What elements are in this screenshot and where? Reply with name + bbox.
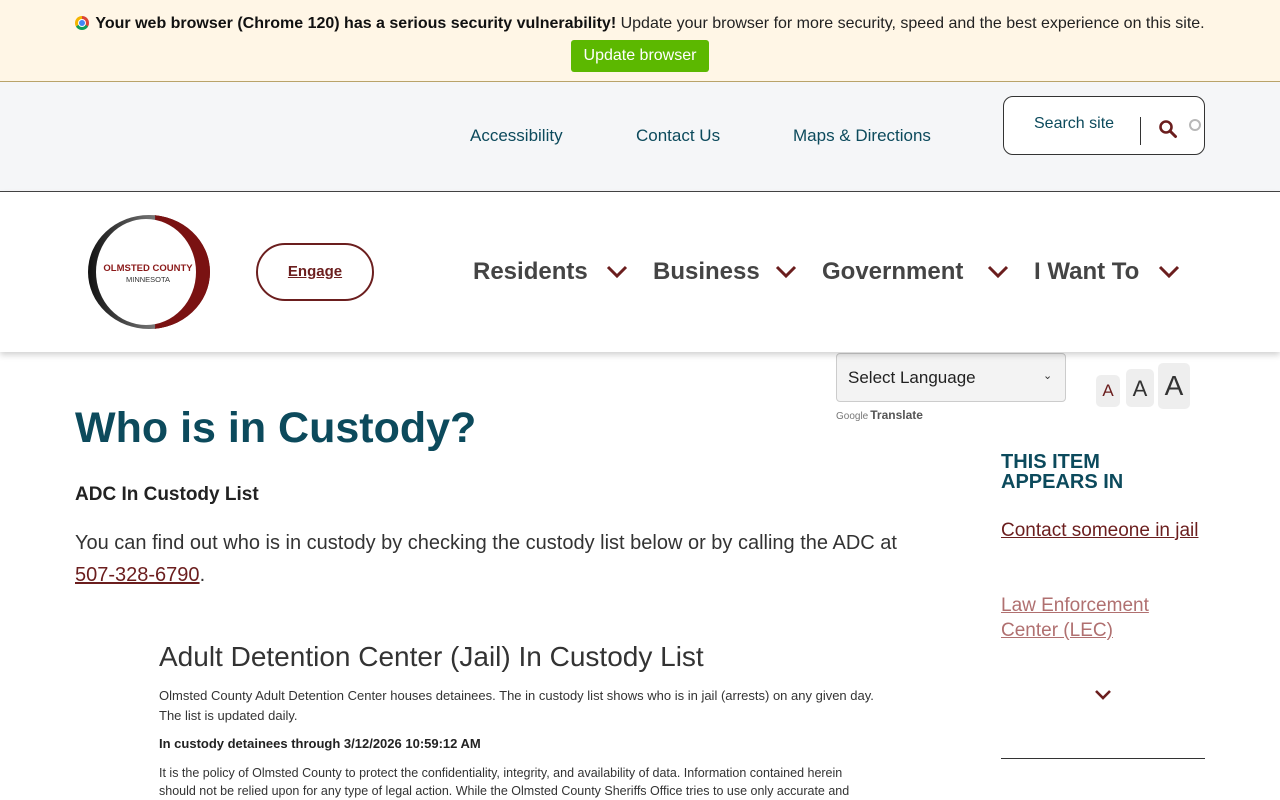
section-subheading: ADC In Custody List [75, 484, 259, 505]
font-size-medium-button[interactable]: A [1126, 369, 1154, 407]
data-policy-text: It is the policy of Olmsted County to pr… [159, 766, 850, 798]
chevron-down-icon[interactable] [605, 262, 629, 282]
nav-i-want-to[interactable]: I Want To [1034, 258, 1139, 286]
accessibility-link[interactable]: Accessibility [470, 126, 563, 146]
loading-spinner-icon [1189, 119, 1201, 131]
nav-government[interactable]: Government [822, 258, 963, 286]
search-input[interactable] [1034, 115, 1134, 133]
search-box [1003, 96, 1205, 155]
language-select[interactable]: Select Language [836, 353, 1066, 402]
county-logo[interactable]: OLMSTED COUNTY MINNESOTA [86, 214, 212, 330]
chevron-down-icon[interactable] [1157, 262, 1181, 282]
chevron-down-icon[interactable] [1094, 688, 1112, 702]
custody-list-date: In custody detainees through 3/12/2026 1… [159, 736, 481, 751]
warning-bold-text: Your web browser (Chrome 120) has a seri… [95, 15, 617, 32]
browser-warning-banner: Your web browser (Chrome 120) has a seri… [0, 0, 1280, 82]
chevron-down-icon: ⌄ [1043, 370, 1053, 382]
browser-warning-text: Your web browser (Chrome 120) has a seri… [0, 15, 1280, 33]
sidebar-heading: THIS ITEM APPEARS IN [1001, 451, 1124, 493]
sidebar-link-contact-someone-in-jail[interactable]: Contact someone in jail [1001, 518, 1201, 543]
custody-list-description: Olmsted County Adult Detention Center ho… [159, 688, 874, 723]
page-title: Who is in Custody? [75, 404, 477, 452]
phone-link[interactable]: 507-328-6790 [75, 564, 200, 586]
engage-button[interactable]: Engage [256, 243, 374, 301]
intro-end: . [199, 564, 206, 586]
chevron-down-icon[interactable] [986, 262, 1010, 282]
nav-business[interactable]: Business [653, 258, 760, 286]
maps-directions-link[interactable]: Maps & Directions [793, 126, 931, 146]
google-logo-text: Google [836, 411, 869, 422]
custody-list-title: Adult Detention Center (Jail) In Custody… [159, 641, 704, 672]
warning-text: Update your browser for more security, s… [616, 15, 1205, 32]
update-browser-button[interactable]: Update browser [571, 40, 709, 72]
chrome-icon [75, 16, 90, 30]
sidebar-divider [1001, 758, 1205, 759]
intro-paragraph: You can find out who is in custody by ch… [75, 527, 905, 591]
utility-bar: Accessibility Contact Us Maps & Directio… [0, 82, 1280, 192]
intro-text: You can find out who is in custody by ch… [75, 532, 897, 554]
logo-line1: OLMSTED COUNTY [103, 263, 193, 274]
chevron-down-icon[interactable] [774, 262, 798, 282]
main-header: OLMSTED COUNTY MINNESOTA Engage Resident… [0, 192, 1280, 352]
translate-label: Translate [870, 408, 923, 422]
font-size-large-button[interactable]: A [1158, 363, 1190, 409]
search-divider [1140, 117, 1141, 145]
google-translate-credit: Google Translate [836, 408, 923, 422]
logo-line2: MINNESOTA [126, 275, 170, 284]
sidebar-link-law-enforcement-center[interactable]: Law Enforcement Center (LEC) [1001, 593, 1201, 643]
font-size-small-button[interactable]: A [1096, 375, 1120, 407]
contact-us-link[interactable]: Contact Us [636, 126, 720, 146]
search-icon[interactable] [1158, 119, 1178, 139]
nav-residents[interactable]: Residents [473, 258, 588, 286]
